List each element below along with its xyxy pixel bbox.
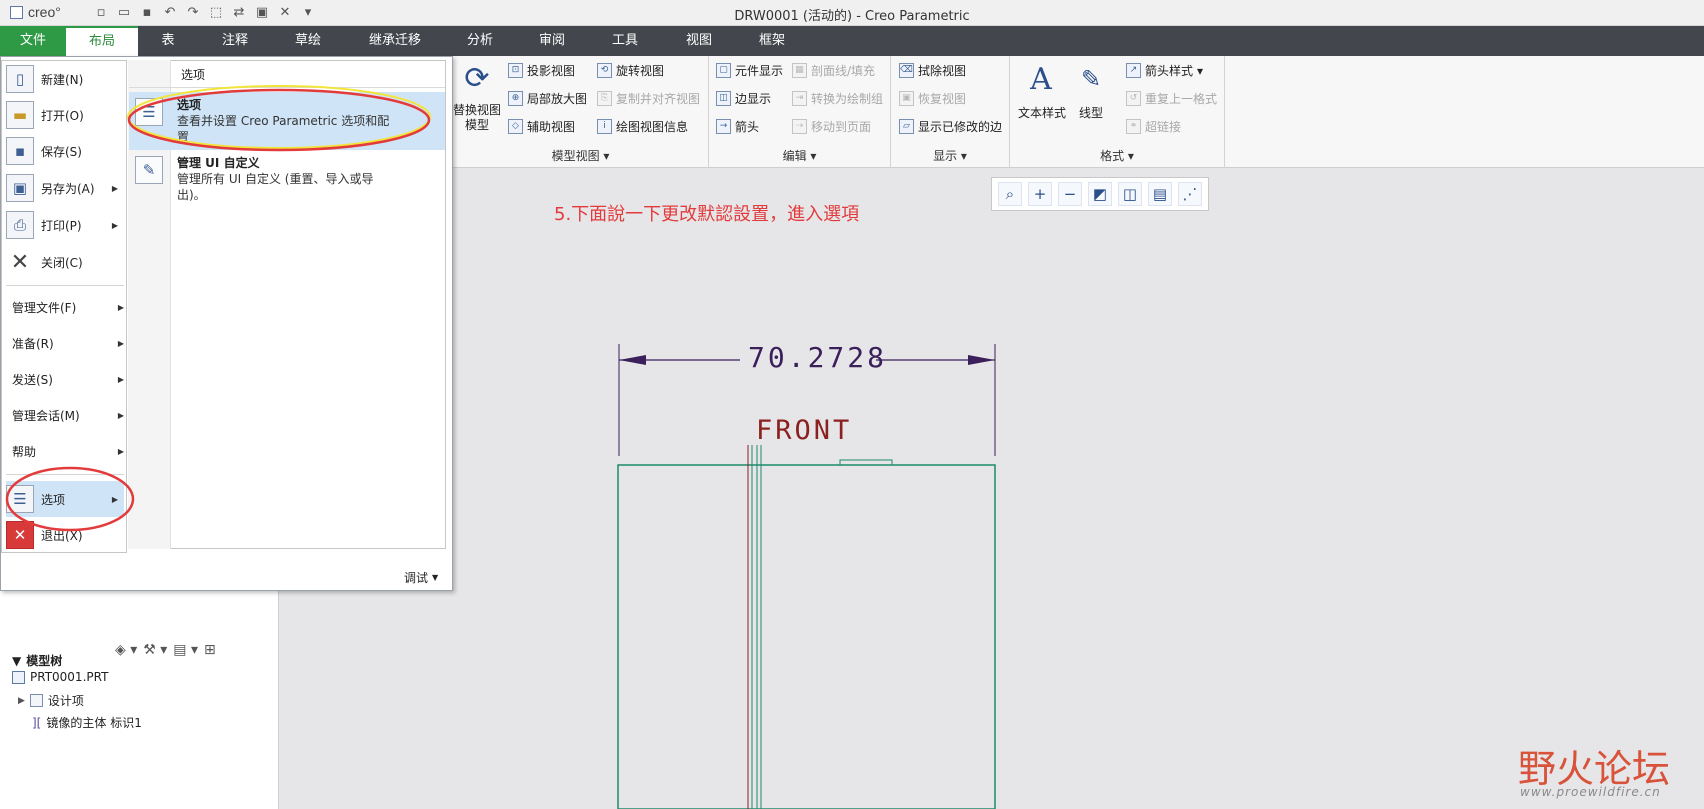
forum-url: www.proewildfire.cn <box>1520 785 1661 799</box>
annotation-overlay <box>5 85 431 532</box>
